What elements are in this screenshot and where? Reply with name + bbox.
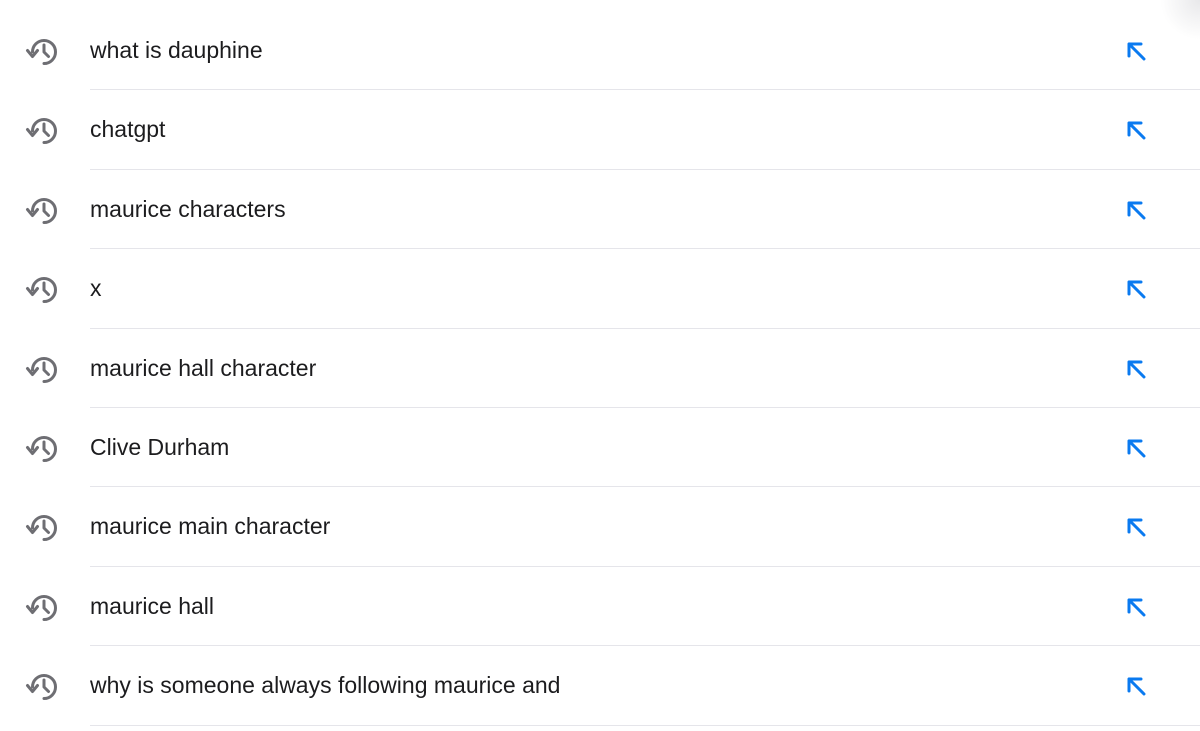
history-row[interactable]: maurice main character bbox=[0, 487, 1200, 568]
history-row[interactable]: chatgpt bbox=[0, 90, 1200, 171]
history-query-text: what is dauphine bbox=[90, 37, 263, 63]
history-query-text: why is someone always following maurice … bbox=[90, 672, 561, 699]
history-query-text: Clive Durham bbox=[90, 433, 230, 460]
history-query-text: maurice hall bbox=[90, 592, 214, 619]
history-row[interactable]: x bbox=[0, 249, 1200, 329]
history-clock-icon bbox=[25, 271, 63, 309]
history-row[interactable]: Clive Durham bbox=[0, 408, 1200, 488]
history-clock-icon bbox=[25, 509, 63, 547]
fill-query-arrow-icon[interactable] bbox=[1118, 589, 1154, 625]
fill-query-arrow-icon[interactable] bbox=[1118, 271, 1154, 307]
history-clock-icon bbox=[25, 192, 63, 230]
history-query-text: maurice main character bbox=[90, 513, 331, 540]
fill-query-arrow-icon[interactable] bbox=[1118, 192, 1154, 228]
history-query-text: maurice hall character bbox=[90, 354, 317, 381]
history-row[interactable]: what is dauphine bbox=[0, 11, 1200, 91]
history-query-text: maurice characters bbox=[90, 195, 286, 222]
history-clock-icon bbox=[25, 668, 63, 706]
history-row[interactable]: maurice characters bbox=[0, 170, 1200, 250]
fill-query-arrow-icon[interactable] bbox=[1118, 430, 1154, 466]
history-clock-icon bbox=[25, 112, 63, 150]
history-clock-icon bbox=[25, 351, 63, 389]
search-history-list: what is dauphine chatgpt maurice charact… bbox=[0, 11, 1200, 726]
history-query-text: x bbox=[90, 275, 102, 302]
fill-query-arrow-icon[interactable] bbox=[1118, 509, 1154, 545]
history-query-text: chatgpt bbox=[90, 116, 166, 143]
fill-query-arrow-icon[interactable] bbox=[1118, 33, 1154, 69]
fill-query-arrow-icon[interactable] bbox=[1118, 112, 1154, 148]
history-row[interactable]: maurice hall character bbox=[0, 329, 1200, 409]
history-clock-icon bbox=[25, 589, 63, 627]
history-clock-icon bbox=[25, 33, 63, 71]
fill-query-arrow-icon[interactable] bbox=[1118, 668, 1154, 704]
history-row[interactable]: why is someone always following maurice … bbox=[0, 646, 1200, 726]
history-row[interactable]: maurice hall bbox=[0, 567, 1200, 647]
history-clock-icon bbox=[25, 430, 63, 468]
fill-query-arrow-icon[interactable] bbox=[1118, 351, 1154, 387]
